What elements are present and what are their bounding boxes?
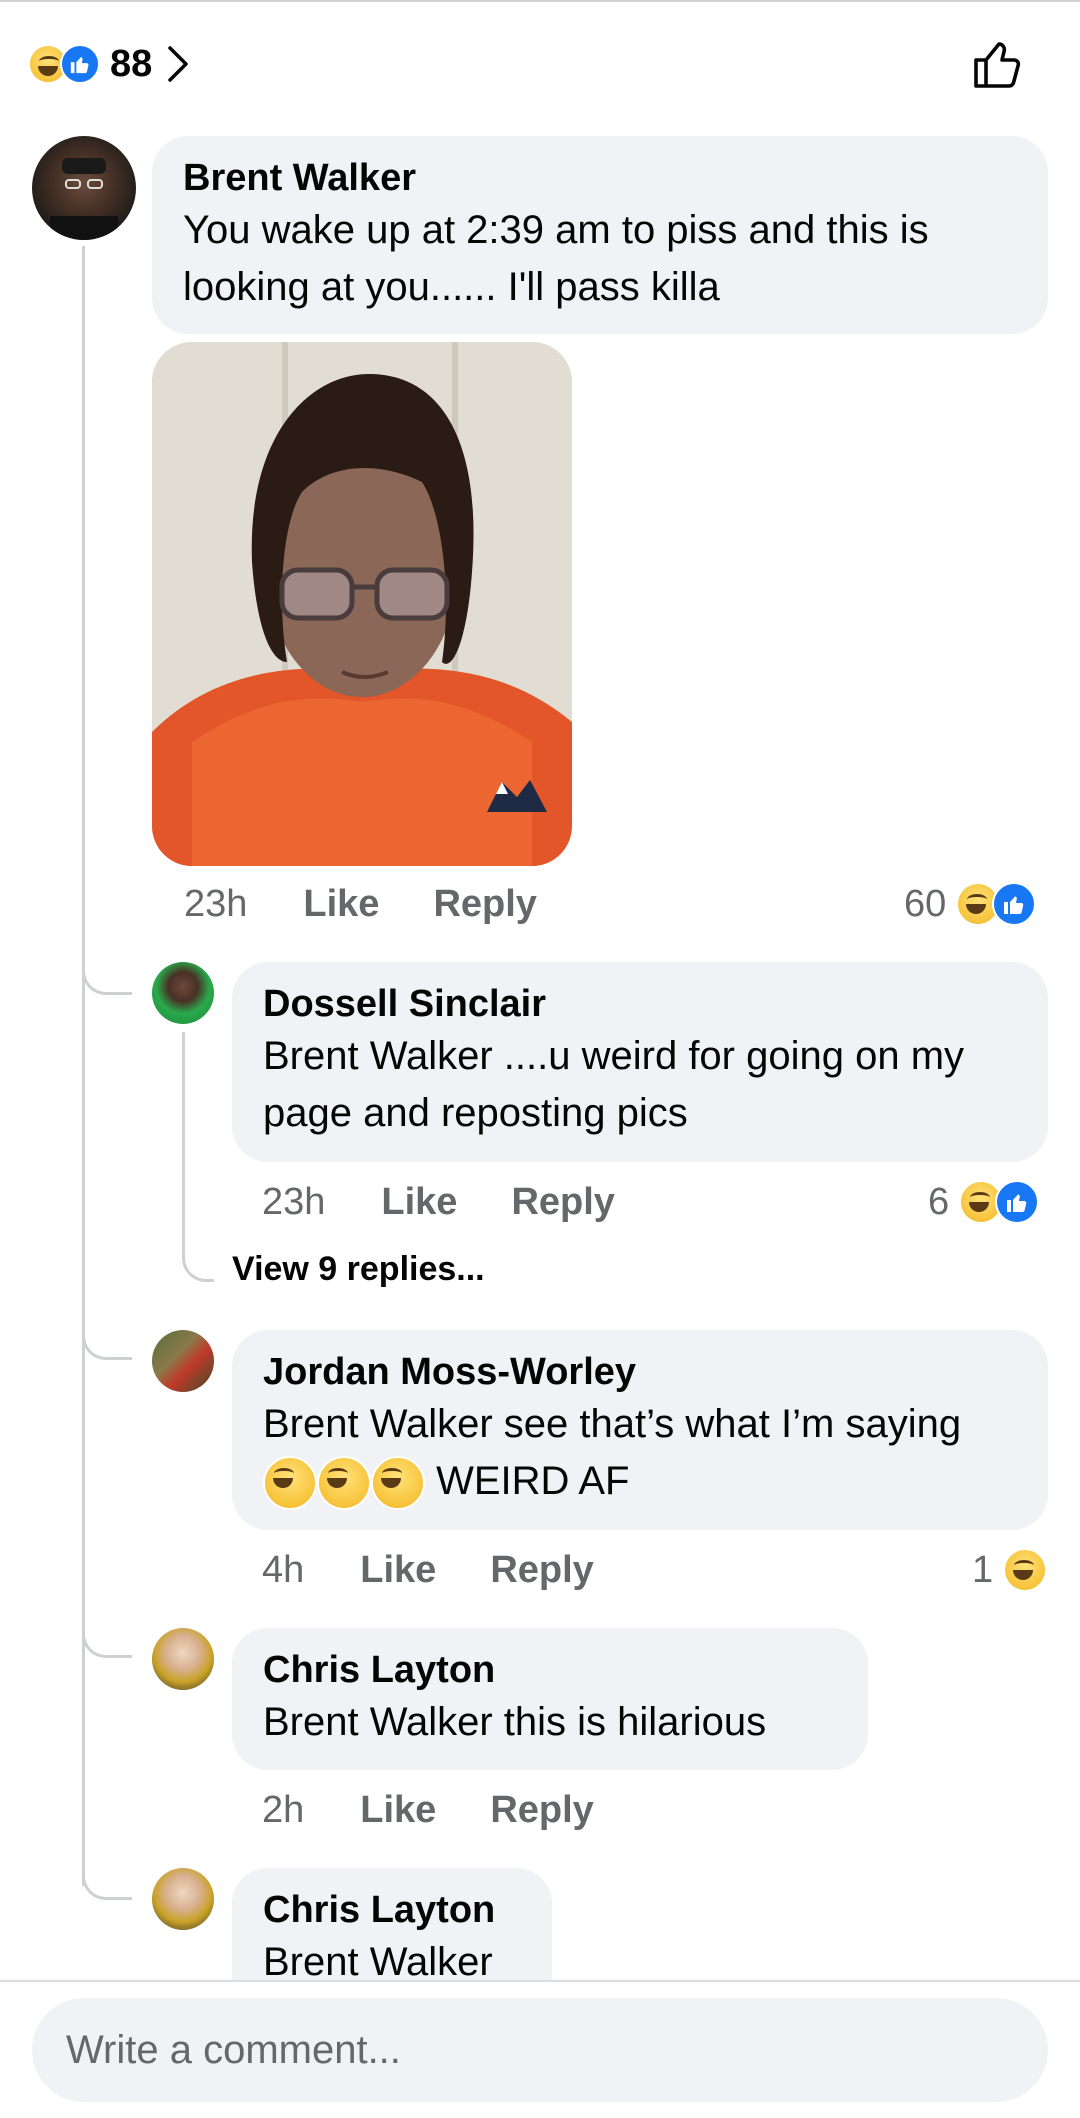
comment-reactions[interactable]: 1 — [972, 1542, 1048, 1598]
comment-actions: 2h Like Reply — [262, 1782, 594, 1838]
reply-button[interactable]: Reply — [433, 883, 536, 926]
comment-time[interactable]: 23h — [184, 883, 247, 926]
comment-actions: 4h Like Reply — [262, 1542, 594, 1598]
comment-author[interactable]: Dossell Sinclair — [263, 980, 1016, 1028]
chevron-right-icon — [168, 46, 189, 82]
avatar-chris-layton[interactable] — [152, 1628, 214, 1690]
comment-text: You wake up at 2:39 am to piss and this … — [183, 208, 929, 309]
comment-composer — [0, 1980, 1080, 2118]
comment-time[interactable]: 23h — [262, 1181, 325, 1224]
like-post-button[interactable] — [970, 36, 1026, 97]
comment-text: Brent Walker ....u weird for going on my… — [263, 1034, 965, 1135]
like-comment-button[interactable]: Like — [303, 883, 379, 926]
reply-button[interactable]: Reply — [490, 1549, 593, 1592]
avatar-chris-layton[interactable] — [152, 1868, 214, 1930]
thumbs-up-icon — [974, 42, 1021, 88]
comment-photo[interactable] — [152, 342, 572, 866]
like-icon — [60, 44, 100, 84]
comment-author[interactable]: Chris Layton — [263, 1646, 836, 1694]
comment-text-before: Brent Walker see that’s what I’m saying — [263, 1402, 962, 1446]
thread-branch-3 — [82, 1608, 132, 1658]
comment-bubble: Brent Walker You wake up at 2:39 am to p… — [152, 136, 1048, 334]
reply-button[interactable]: Reply — [511, 1181, 614, 1224]
like-comment-button[interactable]: Like — [360, 1549, 436, 1592]
comment-reaction-count: 6 — [928, 1180, 950, 1223]
comment-bubble: Chris Layton Brent Walker this is hilari… — [232, 1628, 868, 1770]
reply-button[interactable]: Reply — [490, 1789, 593, 1832]
comment-input[interactable] — [32, 1998, 1048, 2102]
comment-author[interactable]: Chris Layton — [263, 1886, 520, 1934]
like-icon — [995, 1180, 1040, 1224]
thread-branch-4 — [82, 1850, 132, 1900]
view-replies-link[interactable]: View 9 replies... — [232, 1250, 485, 1294]
comment-author[interactable]: Brent Walker — [183, 154, 1016, 202]
tears-of-joy-icon — [263, 1456, 317, 1511]
comment-reaction-count: 1 — [972, 1548, 994, 1591]
top-border — [0, 0, 1080, 2]
thread-branch-replies — [182, 1032, 214, 1282]
tears-of-joy-icon — [317, 1456, 371, 1511]
reaction-summary[interactable]: 88 — [28, 36, 190, 92]
comment-reaction-count: 60 — [904, 882, 947, 925]
like-icon — [992, 882, 1037, 926]
reaction-count: 88 — [110, 42, 153, 85]
comment-actions: 23h Like Reply — [262, 1174, 615, 1230]
like-comment-button[interactable]: Like — [381, 1181, 457, 1224]
comment-time[interactable]: 2h — [262, 1789, 304, 1832]
comment-text: Brent Walker see that’s what I’m saying … — [263, 1396, 1016, 1511]
comment-text-after: WEIRD AF — [436, 1459, 630, 1503]
avatar-dossell-sinclair[interactable] — [152, 962, 214, 1024]
avatar-jordan-moss-worley[interactable] — [152, 1330, 214, 1392]
avatar-brent-walker[interactable] — [32, 136, 136, 240]
comment-author[interactable]: Jordan Moss-Worley — [263, 1348, 1016, 1396]
like-comment-button[interactable]: Like — [360, 1789, 436, 1832]
comment-text: Brent Walker this is hilarious — [263, 1700, 767, 1744]
comment-reactions[interactable]: 60 — [904, 876, 1037, 932]
comment-bubble: Jordan Moss-Worley Brent Walker see that… — [232, 1330, 1048, 1530]
comment-bubble: Dossell Sinclair Brent Walker ....u weir… — [232, 962, 1048, 1162]
comment-reactions[interactable]: 6 — [928, 1174, 1040, 1230]
comment-actions: 23h Like Reply — [184, 876, 537, 932]
haha-icon — [1003, 1548, 1048, 1592]
comment-time[interactable]: 4h — [262, 1549, 304, 1592]
thread-branch-1 — [82, 945, 132, 995]
tears-of-joy-icon — [371, 1456, 425, 1511]
thread-branch-2 — [82, 1310, 132, 1360]
